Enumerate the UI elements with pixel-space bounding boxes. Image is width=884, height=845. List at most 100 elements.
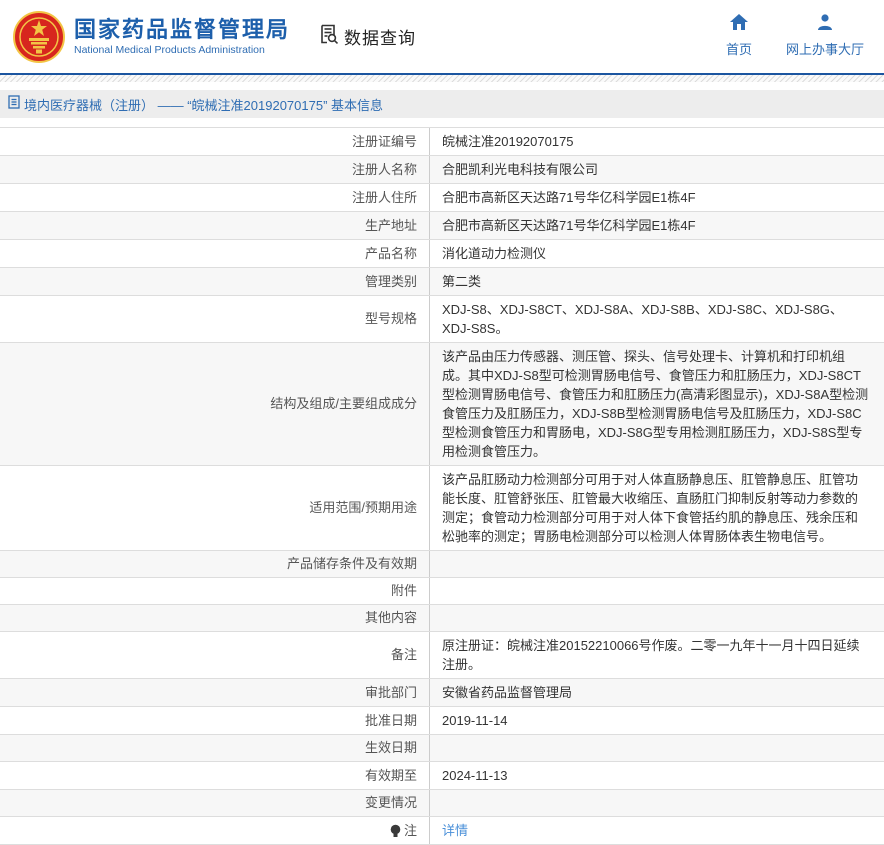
table-row: 其他内容 [0,605,884,632]
nav-service-hall[interactable]: 网上办事大厅 [786,14,864,58]
row-label: 附件 [0,578,430,604]
table-row: 批准日期 2019-11-14 [0,707,884,735]
row-label: 型号规格 [0,296,430,342]
table-row: 管理类别 第二类 [0,268,884,296]
breadcrumb: 境内医疗器械（注册） —— “皖械注准20192070175” 基本信息 [0,90,884,118]
row-label-text: 附件 [391,582,417,600]
data-query-link[interactable]: 数据查询 [318,23,416,50]
row-label-text: 结构及组成/主要组成成分 [270,395,417,413]
row-value [430,605,884,631]
nav-service-hall-label: 网上办事大厅 [786,39,864,58]
table-row: 注册人住所 合肥市高新区天达路71号华亿科学园E1栋4F [0,184,884,212]
row-label: 管理类别 [0,268,430,295]
table-row: 生产地址 合肥市高新区天达路71号华亿科学园E1栋4F [0,212,884,240]
row-label-text: 生效日期 [365,739,417,757]
row-label: 注册人名称 [0,156,430,183]
row-value [430,735,884,761]
row-label-text: 批准日期 [365,712,417,730]
data-query-label: 数据查询 [344,24,416,49]
row-value [430,551,884,577]
table-row: 产品名称 消化道动力检测仪 [0,240,884,268]
row-label-text: 生产地址 [365,217,417,235]
row-value-text: XDJ-S8、XDJ-S8CT、XDJ-S8A、XDJ-S8B、XDJ-S8C、… [442,302,843,336]
row-value-text: 第二类 [442,274,481,289]
table-row: 注册人名称 合肥凯利光电科技有限公司 [0,156,884,184]
row-value-text: 2019-11-14 [442,713,508,728]
agency-name-en: National Medical Products Administration [74,43,290,57]
agency-title-block: 国家药品监督管理局 National Medical Products Admi… [74,17,290,57]
row-value-text: 安徽省药品监督管理局 [442,685,572,700]
row-value [430,578,884,604]
table-row: 生效日期 [0,735,884,762]
row-label-text: 产品储存条件及有效期 [287,555,417,573]
row-value-text: 消化道动力检测仪 [442,246,546,261]
row-label: 备注 [0,632,430,678]
row-value: 详情 [430,817,884,844]
row-value: 消化道动力检测仪 [430,240,884,267]
row-label: 产品储存条件及有效期 [0,551,430,577]
row-label: 注册证编号 [0,128,430,155]
site-header: 国家药品监督管理局 National Medical Products Admi… [0,0,884,75]
row-label-text: 产品名称 [365,245,417,263]
row-label-text: 备注 [391,646,417,664]
row-value: 该产品由压力传感器、测压管、探头、信号处理卡、计算机和打印机组成。其中XDJ-S… [430,343,884,465]
row-value-text: 2024-11-13 [442,768,508,783]
row-value-text: 皖械注准20192070175 [442,134,574,149]
table-row: 结构及组成/主要组成成分该产品由压力传感器、测压管、探头、信号处理卡、计算机和打… [0,343,884,466]
row-label-text: 注 [404,822,417,840]
row-value: 合肥凯利光电科技有限公司 [430,156,884,183]
row-label: 审批部门 [0,679,430,706]
person-icon [816,14,834,35]
table-row: 产品储存条件及有效期 [0,551,884,578]
header-hatch-divider [0,75,884,82]
info-table: 注册证编号皖械注准20192070175注册人名称合肥凯利光电科技有限公司注册人… [0,127,884,845]
row-label: 其他内容 [0,605,430,631]
agency-name-zh: 国家药品监督管理局 [74,17,290,43]
table-row: 附件 [0,578,884,605]
breadcrumb-text: 境内医疗器械（注册） —— “皖械注准20192070175” 基本信息 [24,95,383,114]
national-emblem-logo [13,11,65,63]
row-label: 有效期至 [0,762,430,789]
row-value [430,790,884,816]
row-value-text: 合肥市高新区天达路71号华亿科学园E1栋4F [442,190,696,205]
row-value: 皖械注准20192070175 [430,128,884,155]
row-label-text: 审批部门 [365,684,417,702]
row-value: 原注册证：皖械注准20152210066号作废。二零一九年十一月十四日延续注册。 [430,632,884,678]
row-value-text: 合肥市高新区天达路71号华亿科学园E1栋4F [442,218,696,233]
table-row: 适用范围/预期用途该产品肛肠动力检测部分可用于对人体直肠静息压、肛管静息压、肛管… [0,466,884,551]
row-value: 2019-11-14 [430,707,884,734]
row-value: 第二类 [430,268,884,295]
row-label-text: 注册人住所 [352,189,417,207]
table-row: 型号规格 XDJ-S8、XDJ-S8CT、XDJ-S8A、XDJ-S8B、XDJ-… [0,296,884,343]
table-row: 备注 原注册证：皖械注准20152210066号作废。二零一九年十一月十四日延续注… [0,632,884,679]
details-link[interactable]: 详情 [442,823,468,838]
row-value: 该产品肛肠动力检测部分可用于对人体直肠静息压、肛管静息压、肛管功能长度、肛管舒张… [430,466,884,550]
row-value: 安徽省药品监督管理局 [430,679,884,706]
table-row: 注册证编号 皖械注准20192070175 [0,128,884,156]
row-value-text: 合肥凯利光电科技有限公司 [442,162,598,177]
nav-home[interactable]: 首页 [726,14,752,58]
document-icon [8,95,20,114]
row-value: 2024-11-13 [430,762,884,789]
row-label: 变更情况 [0,790,430,816]
row-label: 生产地址 [0,212,430,239]
document-search-icon [318,23,340,50]
row-label-text: 注册人名称 [352,161,417,179]
row-label-text: 型号规格 [365,310,417,328]
row-label-text: 注册证编号 [352,133,417,151]
table-row: 注 详情 [0,817,884,845]
page: 国家药品监督管理局 National Medical Products Admi… [0,0,884,845]
row-value: 合肥市高新区天达路71号华亿科学园E1栋4F [430,184,884,211]
table-row: 审批部门 安徽省药品监督管理局 [0,679,884,707]
nav-home-label: 首页 [726,39,752,58]
row-value: 合肥市高新区天达路71号华亿科学园E1栋4F [430,212,884,239]
row-label-text: 适用范围/预期用途 [309,499,417,517]
row-label-text: 变更情况 [365,794,417,812]
row-value: XDJ-S8、XDJ-S8CT、XDJ-S8A、XDJ-S8B、XDJ-S8C、… [430,296,884,342]
row-label-text: 其他内容 [365,609,417,627]
row-value-text: 原注册证：皖械注准20152210066号作废。二零一九年十一月十四日延续注册。 [442,638,860,672]
row-label-text: 管理类别 [365,273,417,291]
table-row: 变更情况 [0,790,884,817]
bulb-icon [390,824,401,838]
row-label: 注 [0,817,430,844]
